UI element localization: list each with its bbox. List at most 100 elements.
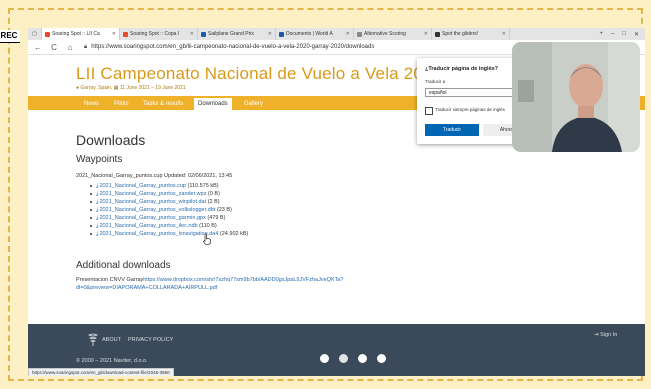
file-download-link[interactable]: 2021_Nacional_Garray_puntos.cup [99, 183, 186, 189]
close-tab-icon[interactable]: ✕ [109, 31, 116, 37]
presentation-entry: Presentacion CNVV Garrayhttps://www.drop… [76, 276, 396, 292]
sign-in-link[interactable]: ⇥ Sign In [594, 332, 617, 338]
list-item: ⤓2021_Nacional_Garray_puntos_volkslogger… [90, 206, 248, 214]
bullet-icon [90, 192, 92, 195]
list-item: ⤓2021_Nacional_Garray_puntos.cup (110.57… [90, 182, 248, 190]
list-item: ⤓2021_Nacional_Garray_puntos_garmin.gpx … [90, 214, 248, 222]
additional-downloads-heading: Additional downloads [76, 260, 171, 271]
waypoints-heading: Waypoints [76, 154, 123, 165]
bullet-icon [90, 208, 92, 211]
event-dates: 11 June 2021 – 19 June 2021 [119, 85, 186, 91]
file-size: (23 B) [216, 207, 232, 213]
page-dot[interactable] [339, 354, 348, 363]
file-size: (24.902 kB) [219, 231, 249, 237]
url-text[interactable]: https://www.soaringspot.com/en_gb/lii-ca… [91, 44, 374, 50]
close-tab-icon[interactable]: ✕ [343, 31, 350, 37]
sign-in-label: Sign In [600, 332, 618, 338]
bullet-icon [90, 184, 92, 187]
tab-bar: ▢ Soaring Spot :: LII Ca ✕ Soaring Spot ::… [28, 28, 645, 40]
spot-favicon-icon [435, 31, 440, 37]
presentation-label: Presentacion CNVV Garray [76, 277, 144, 283]
browser-tab[interactable]: Spot the gliders! ✕ [432, 28, 510, 40]
close-tab-icon[interactable]: ✕ [265, 31, 272, 37]
browser-tab-label: Spot the gliders! [442, 31, 479, 37]
page-dot[interactable] [358, 354, 367, 363]
nav-pilots[interactable]: Pilots [114, 98, 129, 110]
browser-tab-label: Documents | World A [286, 31, 333, 37]
location-pin-icon: ● [76, 85, 80, 91]
list-item: ⤓2021_Nacional_Garray_puntos_winpilot.da… [90, 198, 248, 206]
naviter-logo-icon [88, 333, 98, 346]
file-size: (110 B) [199, 223, 217, 229]
list-item: ⤓2021_Nacional_Garray_puntos_ilec.ndb (1… [90, 222, 248, 230]
url-field[interactable]: 🔒︎ https://www.soaringspot.com/en_gb/lii… [84, 44, 374, 51]
file-download-link[interactable]: 2021_Nacional_Garray_puntos_lxnavigation… [99, 231, 218, 237]
file-size: (0 B) [208, 191, 220, 197]
status-bar-url: https://www.soaringspot.com/en_gb/downlo… [28, 368, 174, 376]
nav-tasks-results[interactable]: Tasks & results [143, 98, 183, 110]
bullet-icon [90, 216, 92, 219]
browser-tab[interactable]: Sailplane Grand Prix ✕ [198, 28, 276, 40]
list-item: ⤓2021_Nacional_Garray_puntos_lxnavigatio… [90, 230, 248, 238]
close-tab-icon[interactable]: ✕ [499, 31, 506, 37]
maximize-icon[interactable]: □ [622, 31, 626, 38]
soaringspot-favicon-icon [123, 31, 128, 37]
calendar-icon: ▦ [113, 85, 119, 91]
translate-button[interactable]: Traducir [425, 124, 479, 136]
bullet-icon [90, 200, 92, 203]
translate-language-select[interactable]: español [425, 88, 520, 97]
footer-privacy-link[interactable]: PRIVACY POLICY [128, 337, 173, 343]
bullet-icon [90, 232, 92, 235]
nav-news[interactable]: News [84, 98, 99, 110]
file-size: (479 B) [207, 215, 226, 221]
window-controls: + – □ ✕ [599, 31, 645, 38]
bullet-icon [90, 224, 92, 227]
rec-indicator: REC [0, 30, 20, 43]
back-icon[interactable]: ← [32, 43, 44, 52]
browser-tab[interactable]: Soaring Spot :: LII Ca ✕ [42, 28, 120, 40]
webcam-overlay [512, 42, 640, 152]
translate-to-label: Traducir a [425, 79, 446, 84]
page-indicator-dots [320, 354, 386, 363]
browser-tab[interactable]: Alternative Scoring ✕ [354, 28, 432, 40]
nav-gallery[interactable]: Gallery [244, 98, 263, 110]
lock-icon: 🔒︎ [84, 43, 88, 50]
file-size: (2 B) [207, 199, 220, 205]
footer-about-link[interactable]: ABOUT [102, 337, 121, 343]
browser-tab-label: Soaring Spot :: LII Ca [52, 31, 100, 37]
downloads-heading: Downloads [76, 132, 146, 148]
close-tab-icon[interactable]: ✕ [421, 31, 428, 37]
page-title: LII Campeonato Nacional de Vuelo a Vela … [76, 64, 443, 83]
browser-tab-label: Soaring Spot :: Copa I [130, 31, 180, 37]
page-dot[interactable] [377, 354, 386, 363]
browser-tab[interactable]: Soaring Spot :: Copa I ✕ [120, 28, 198, 40]
waypoint-file-list: ⤓2021_Nacional_Garray_puntos.cup (110.57… [90, 182, 248, 238]
browser-tab-label: Alternative Scoring [364, 31, 406, 37]
home-icon[interactable]: ⌂ [64, 43, 76, 52]
page-favicon-icon [357, 31, 362, 37]
file-download-link[interactable]: 2021_Nacional_Garray_puntos_winpilot.dat [99, 199, 206, 205]
always-translate-label: Traducir siempre páginas de inglés [435, 107, 505, 112]
browser-tab-label: Sailplane Grand Prix [208, 31, 254, 37]
list-item: ⤓2021_Nacional_Garray_puntos_zander.wpz … [90, 190, 248, 198]
soaringspot-favicon-icon [45, 31, 50, 37]
reload-icon[interactable]: C [48, 43, 60, 52]
sgp-favicon-icon [201, 31, 206, 37]
close-window-icon[interactable]: ✕ [634, 31, 639, 38]
file-download-link[interactable]: 2021_Nacional_Garray_puntos_zander.wpz [99, 191, 206, 197]
nav-downloads[interactable]: Downloads [194, 98, 232, 110]
footer-copyright: © 2000 – 2021 Naviter, d.o.o. [76, 358, 148, 364]
file-download-link[interactable]: 2021_Nacional_Garray_puntos_volkslogger.… [99, 207, 215, 213]
file-download-link[interactable]: 2021_Nacional_Garray_puntos_garmin.gpx [99, 215, 205, 221]
waypoints-updated-text: 2021_Nacional_Garray_puntos.cup Updated:… [76, 173, 233, 179]
translate-popup-title: ¿Traducir página de inglés? [425, 66, 499, 72]
close-tab-icon[interactable]: ✕ [187, 31, 194, 37]
page-dot[interactable] [320, 354, 329, 363]
tab-actions-icon[interactable]: ▢ [28, 28, 42, 40]
browser-tab[interactable]: Documents | World A ✕ [276, 28, 354, 40]
new-tab-icon[interactable]: + [599, 31, 603, 38]
always-translate-checkbox[interactable] [425, 107, 433, 115]
file-download-link[interactable]: 2021_Nacional_Garray_puntos_ilec.ndb [99, 223, 197, 229]
event-meta: ● Garray, Spain, ▦ 11 June 2021 – 19 Jun… [76, 85, 186, 91]
minimize-icon[interactable]: – [611, 31, 614, 38]
